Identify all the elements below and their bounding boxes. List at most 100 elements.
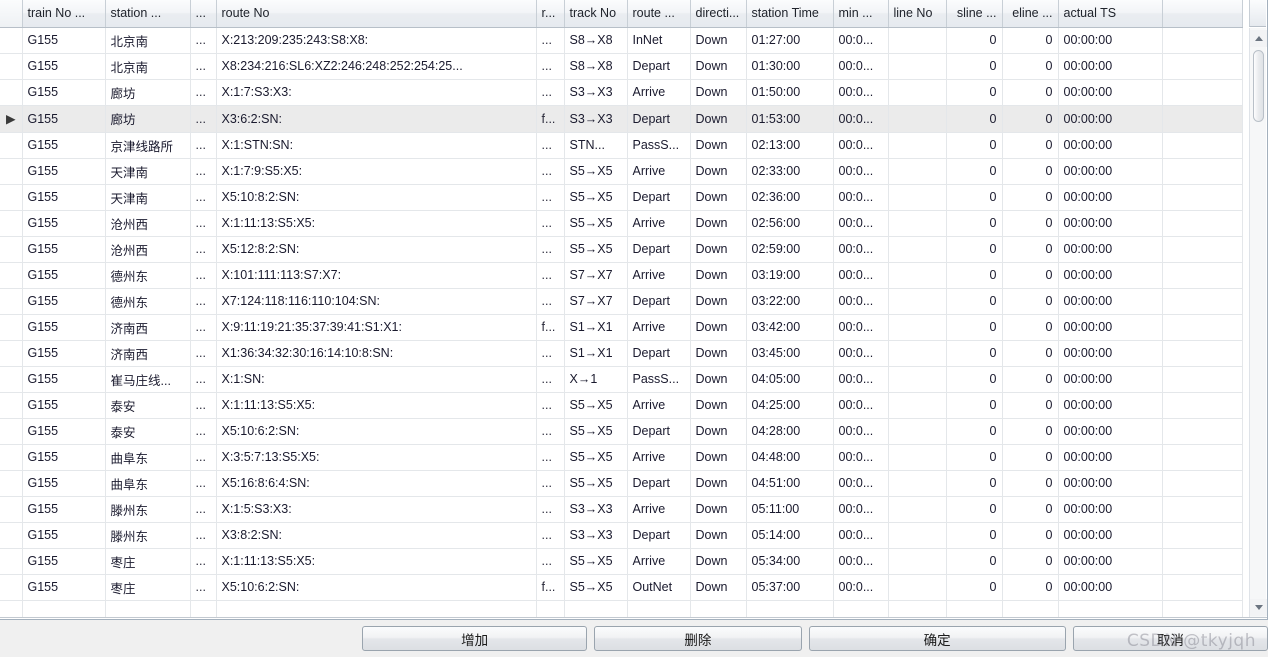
cell-actual_ts[interactable]: 00:00:00 — [1058, 574, 1163, 601]
column-header-indicator[interactable] — [0, 0, 23, 28]
cell-route_no[interactable]: X5:12:8:2:SN: — [216, 236, 537, 263]
cell-dots1[interactable]: ... — [190, 522, 217, 549]
cell-min[interactable]: 00:0... — [833, 522, 889, 549]
cell-min[interactable]: 00:0... — [833, 79, 889, 106]
grid-scroll-area[interactable]: train No ... station ...... route No r... tr… — [0, 0, 1267, 619]
cell-eline[interactable]: 0 — [1002, 210, 1059, 237]
cell-dots2[interactable]: ... — [536, 236, 565, 263]
cell-actual_ts[interactable]: 00:00:00 — [1058, 105, 1163, 133]
cell-route_no[interactable]: X:1:11:13:S5:X5: — [216, 548, 537, 575]
cell-sline[interactable]: 0 — [946, 314, 1003, 341]
cell-st_time[interactable]: 04:25:00 — [746, 392, 834, 419]
cell-tail[interactable] — [1162, 314, 1243, 341]
cell-station[interactable]: 滕州东 — [105, 522, 191, 549]
cell-route_t[interactable]: Depart — [627, 53, 691, 80]
table-row[interactable]: G155 滕州东... X:1:5:S3:X3:... S3→X3 Arrive Down… — [0, 496, 1243, 523]
cell-sline[interactable]: 0 — [946, 79, 1003, 106]
cell-direction[interactable]: Down — [690, 236, 747, 263]
cell-actual_ts[interactable]: 00:00:00 — [1058, 366, 1163, 393]
cell-direction[interactable]: Down — [690, 314, 747, 341]
row-indicator-cell[interactable] — [0, 79, 23, 106]
cell-actual_ts[interactable]: 00:00:00 — [1058, 184, 1163, 211]
cell-dots1[interactable]: ... — [190, 288, 217, 315]
column-header-station[interactable]: station ... — [105, 0, 191, 28]
cell-train_no[interactable]: G155 — [22, 210, 106, 237]
cell-line_no[interactable] — [888, 158, 947, 185]
cell-dots2[interactable]: ... — [536, 53, 565, 80]
cell-min[interactable]: 00:0... — [833, 496, 889, 523]
cell-route_t[interactable]: Depart — [627, 418, 691, 445]
column-header-track_no[interactable]: track No — [564, 0, 628, 28]
table-row[interactable]: G155 曲阜东... X:3:5:7:13:S5:X5:... S5→X5 Arriv… — [0, 444, 1243, 471]
cell-sline[interactable]: 0 — [946, 184, 1003, 211]
cell-eline[interactable]: 0 — [1002, 418, 1059, 445]
cell-track_no[interactable]: S8→X8 — [564, 27, 628, 54]
cell-dots2[interactable]: ... — [536, 262, 565, 289]
cell-train_no[interactable]: G155 — [22, 236, 106, 263]
column-header-train_no[interactable]: train No ... — [22, 0, 106, 28]
cell-line_no[interactable] — [888, 522, 947, 549]
cell-direction[interactable]: Down — [690, 548, 747, 575]
table-row[interactable]: G155 济南西... X:9:11:19:21:35:37:39:41:S1:X1… — [0, 314, 1243, 341]
column-header-dots2[interactable]: r... — [536, 0, 565, 28]
cell-dots1[interactable]: ... — [190, 574, 217, 601]
cell-station[interactable]: 滕州东 — [105, 496, 191, 523]
cell-dots2[interactable]: ... — [536, 444, 565, 471]
cell-dots2[interactable]: ... — [536, 340, 565, 367]
cell-station[interactable]: 沧州西 — [105, 236, 191, 263]
cell-eline[interactable]: 0 — [1002, 79, 1059, 106]
cell-eline[interactable]: 0 — [1002, 288, 1059, 315]
cell-track_no[interactable]: S5→X5 — [564, 574, 628, 601]
table-row[interactable]: G155 泰安... X:1:11:13:S5:X5:... S5→X5 Arrive D… — [0, 392, 1243, 419]
cell-st_time[interactable]: 02:56:00 — [746, 210, 834, 237]
cell-actual_ts[interactable]: 00:00:00 — [1058, 522, 1163, 549]
cell-min[interactable]: 00:0... — [833, 236, 889, 263]
cell-dots1[interactable]: ... — [190, 184, 217, 211]
cell-route_t[interactable]: Arrive — [627, 548, 691, 575]
cell-dots1[interactable]: ... — [190, 366, 217, 393]
cell-direction[interactable]: Down — [690, 184, 747, 211]
cell-eline[interactable]: 0 — [1002, 27, 1059, 54]
cell-station[interactable]: 京津线路所 — [105, 132, 191, 159]
cell-direction[interactable]: Down — [690, 158, 747, 185]
column-header-direction[interactable]: directi... — [690, 0, 747, 28]
cell-direction[interactable]: Down — [690, 79, 747, 106]
cell-station[interactable]: 崔马庄线... — [105, 366, 191, 393]
cell-station[interactable]: 济南西 — [105, 314, 191, 341]
table-row[interactable]: G155 北京南... X:213:209:235:243:S8:X8:... S8→… — [0, 27, 1243, 54]
cell-st_time[interactable]: 01:27:00 — [746, 27, 834, 54]
cell-route_no[interactable]: X:213:209:235:243:S8:X8: — [216, 27, 537, 54]
cell-train_no[interactable]: G155 — [22, 288, 106, 315]
cell-train_no[interactable]: G155 — [22, 53, 106, 80]
cell-train_no[interactable]: G155 — [22, 392, 106, 419]
cell-line_no[interactable] — [888, 496, 947, 523]
cell-track_no[interactable]: STN... — [564, 132, 628, 159]
cell-track_no[interactable]: S5→X5 — [564, 210, 628, 237]
row-indicator-cell[interactable] — [0, 340, 23, 367]
cell-route_t[interactable]: PassS... — [627, 132, 691, 159]
cell-sline[interactable]: 0 — [946, 236, 1003, 263]
cell-route_t[interactable]: Depart — [627, 236, 691, 263]
cell-dots1[interactable]: ... — [190, 158, 217, 185]
cell-actual_ts[interactable]: 00:00:00 — [1058, 548, 1163, 575]
cell-direction[interactable]: Down — [690, 53, 747, 80]
cell-actual_ts[interactable]: 00:00:00 — [1058, 470, 1163, 497]
row-indicator-cell[interactable] — [0, 418, 23, 445]
cell-st_time[interactable]: 02:13:00 — [746, 132, 834, 159]
cell-eline[interactable]: 0 — [1002, 314, 1059, 341]
cell-min[interactable]: 00:0... — [833, 470, 889, 497]
cell-dots2[interactable]: ... — [536, 418, 565, 445]
cell-sline[interactable]: 0 — [946, 132, 1003, 159]
cell-route_no[interactable]: X:1:5:S3:X3: — [216, 496, 537, 523]
cell-st_time[interactable]: 03:19:00 — [746, 262, 834, 289]
row-indicator-cell[interactable] — [0, 158, 23, 185]
cell-tail[interactable] — [1162, 105, 1243, 133]
row-indicator-cell[interactable] — [0, 132, 23, 159]
cell-track_no[interactable]: S7→X7 — [564, 262, 628, 289]
cell-min[interactable]: 00:0... — [833, 444, 889, 471]
cell-sline[interactable]: 0 — [946, 288, 1003, 315]
cell-route_no[interactable]: X:9:11:19:21:35:37:39:41:S1:X1: — [216, 314, 537, 341]
row-indicator-cell[interactable] — [0, 496, 23, 523]
cell-track_no[interactable]: S5→X5 — [564, 158, 628, 185]
cell-st_time[interactable]: 03:42:00 — [746, 314, 834, 341]
